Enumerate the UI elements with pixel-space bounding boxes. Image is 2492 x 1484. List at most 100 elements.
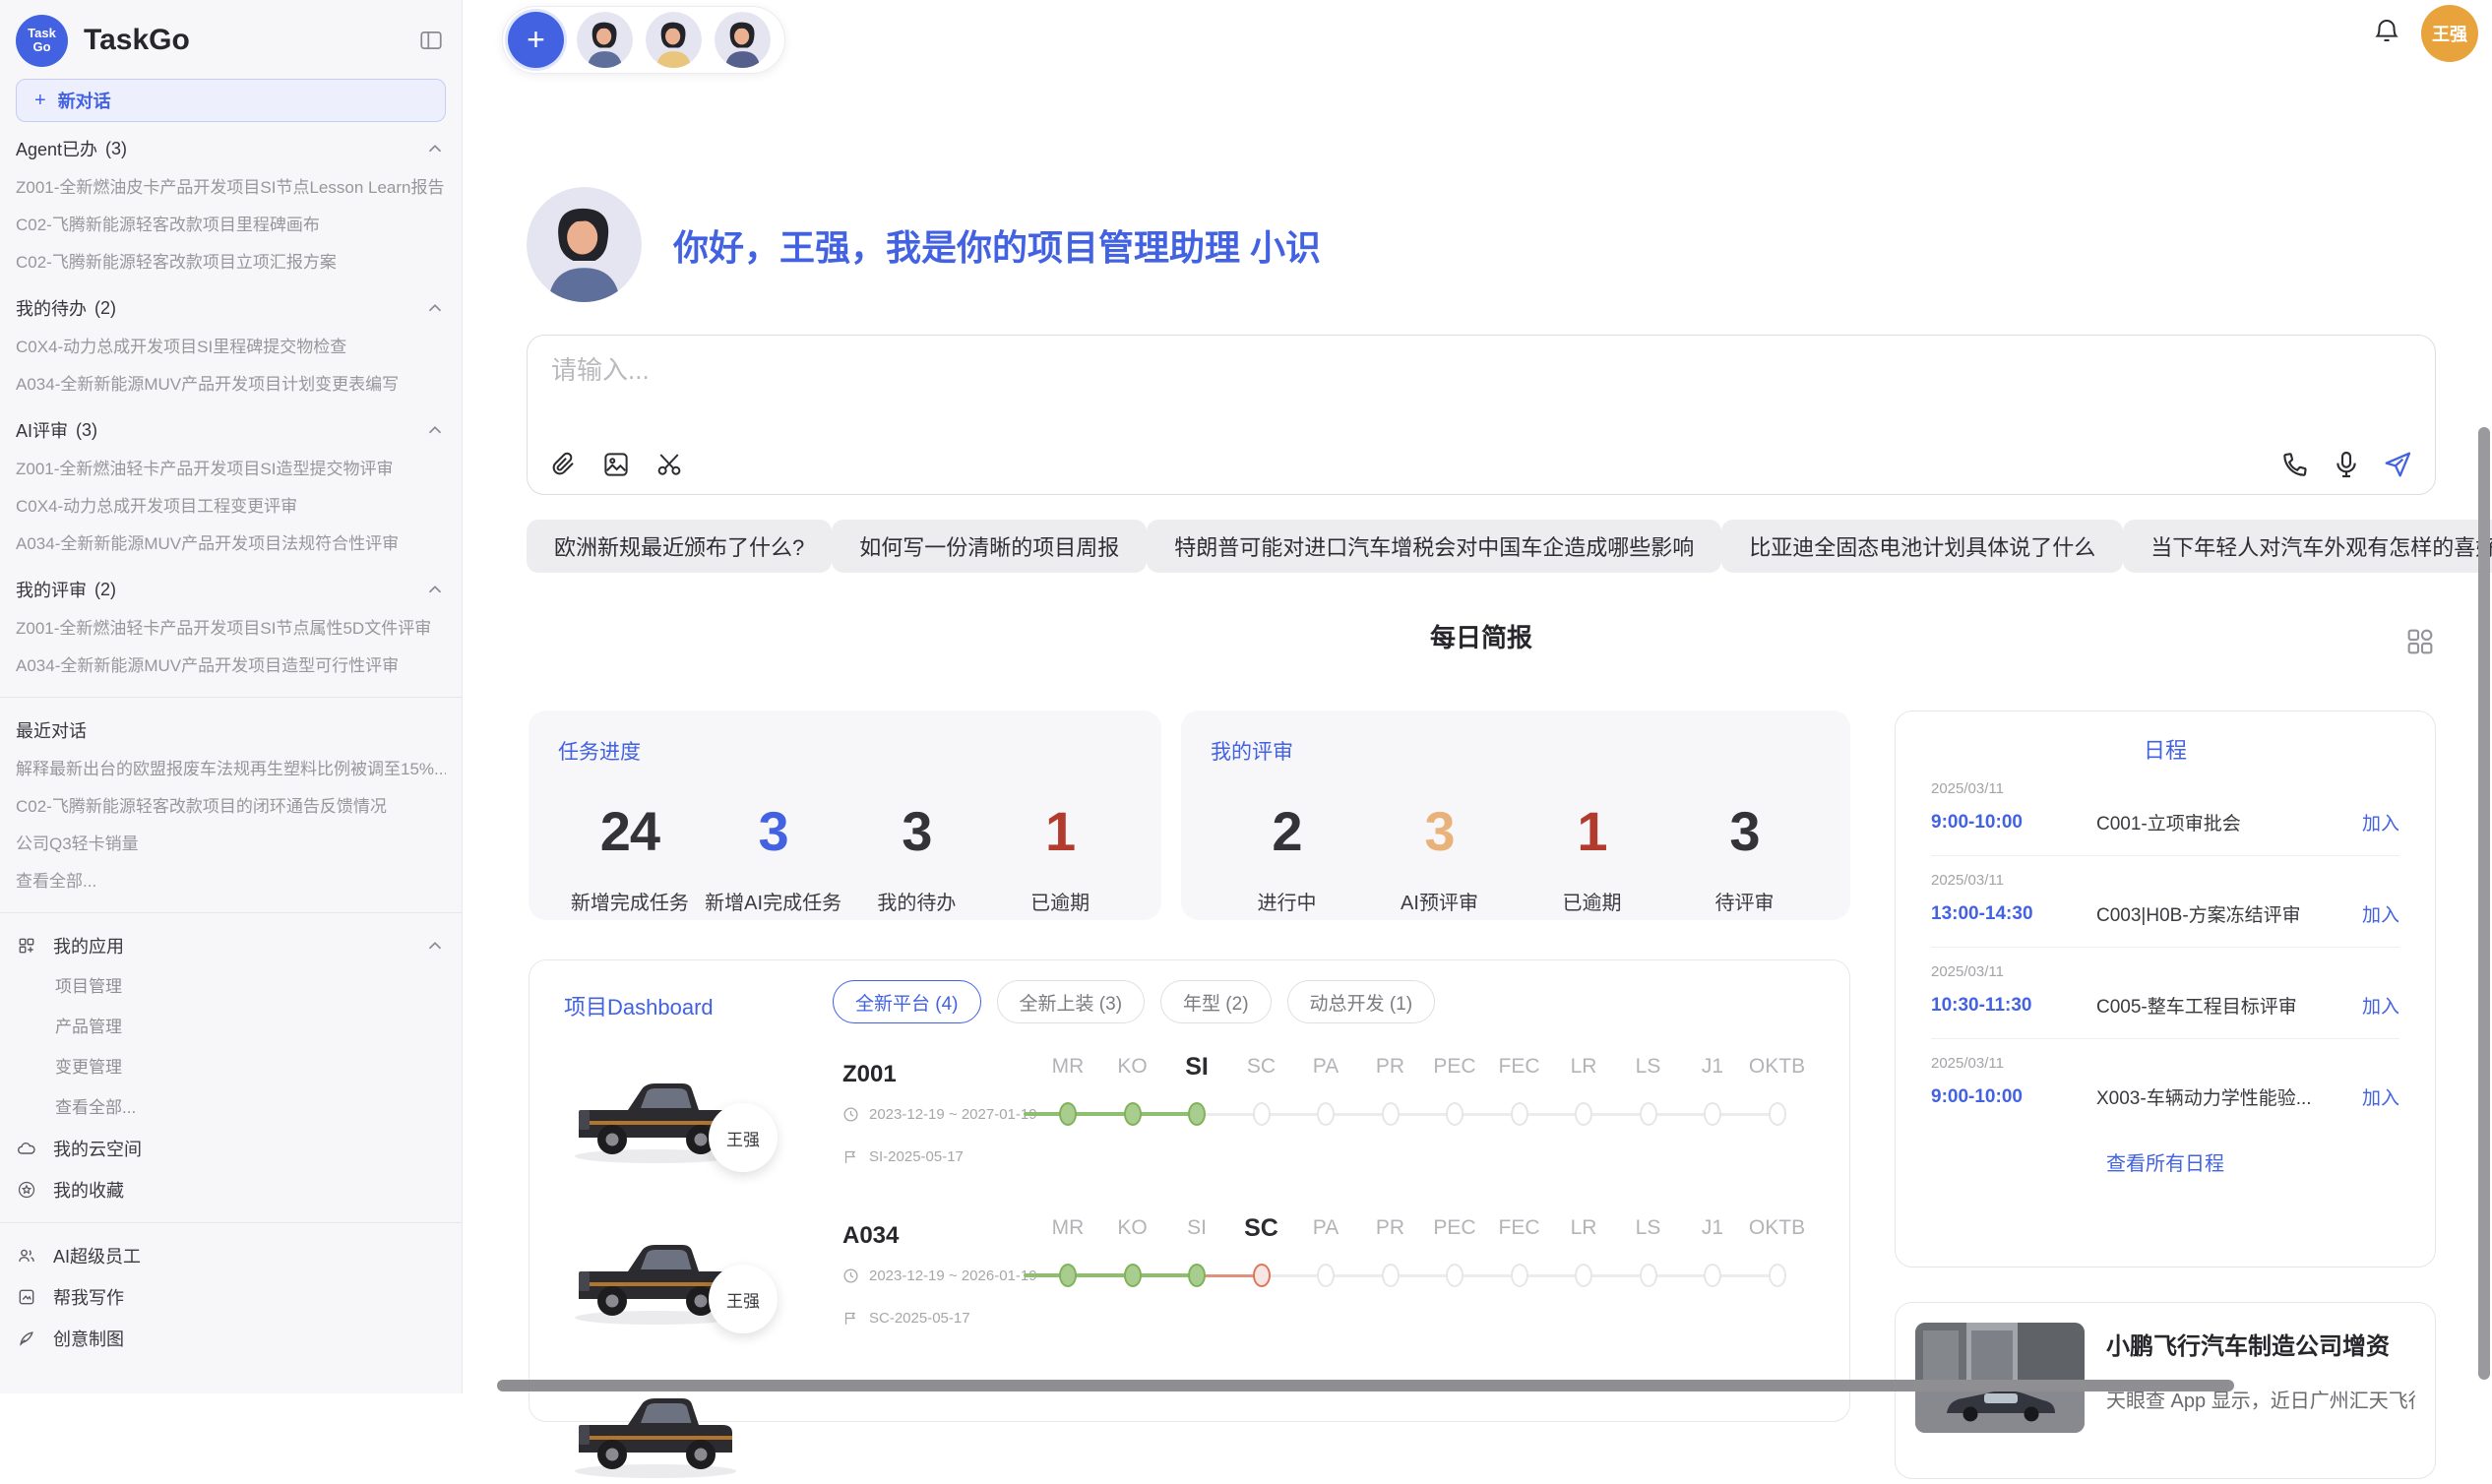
sidebar-group-header[interactable]: 我的待办(2)	[16, 287, 446, 329]
stat-item: 1已逾期	[988, 799, 1132, 915]
my-apps-subitem[interactable]: 变更管理	[16, 1047, 446, 1087]
milestone-node[interactable]	[1188, 1102, 1206, 1126]
event-name: X003-车辆动力学性能验...	[2096, 1083, 2362, 1110]
suggestion-chip[interactable]: 当下年轻人对汽车外观有怎样的喜好趋势	[2123, 520, 2492, 573]
milestone-node[interactable]	[1575, 1102, 1592, 1126]
milestone-node[interactable]	[1188, 1264, 1206, 1287]
milestone-node[interactable]	[1253, 1102, 1271, 1126]
new-chat-button[interactable]: + 新对话	[16, 79, 446, 122]
scissors-icon[interactable]	[654, 449, 685, 480]
sidebar-group-header[interactable]: Agent已办(3)	[16, 128, 446, 169]
suggestion-chip[interactable]: 如何写一份清晰的项目周报	[832, 520, 1147, 573]
milestone-node[interactable]	[1446, 1102, 1464, 1126]
sidebar-item[interactable]: Z001-全新燃油轻卡产品开发项目SI造型提交物评审	[16, 451, 446, 488]
flag-icon	[842, 1148, 859, 1165]
project-flag-date: SI-2025-05-17	[842, 1148, 964, 1165]
sidebar-item-pen[interactable]: 创意制图	[16, 1318, 446, 1359]
milestone-node[interactable]	[1640, 1102, 1657, 1126]
milestone-node[interactable]	[1059, 1102, 1077, 1126]
chevron-up-icon[interactable]	[424, 419, 446, 441]
sidebar-group-header[interactable]: 我的评审(2)	[16, 569, 446, 610]
sidebar-item-cloud[interactable]: 我的云空间	[16, 1128, 446, 1169]
my-apps-subitem[interactable]: 项目管理	[16, 966, 446, 1007]
milestone-node[interactable]	[1511, 1102, 1528, 1126]
dashboard-tab[interactable]: 全新上装 (3)	[997, 980, 1146, 1023]
milestone-node[interactable]	[1124, 1264, 1142, 1287]
image-icon[interactable]	[600, 449, 632, 480]
stat-value: 3	[845, 799, 989, 863]
milestone-node[interactable]	[1769, 1264, 1786, 1287]
send-icon[interactable]	[2382, 449, 2413, 480]
milestone-node[interactable]	[1059, 1264, 1077, 1287]
sidebar-item[interactable]: C0X4-动力总成开发项目工程变更评审	[16, 488, 446, 526]
sidebar-item-write[interactable]: 帮我写作	[16, 1276, 446, 1318]
milestone-node[interactable]	[1382, 1264, 1400, 1287]
dashboard-tab[interactable]: 动总开发 (1)	[1287, 980, 1436, 1023]
milestone-node[interactable]	[1446, 1264, 1464, 1287]
sidebar-item[interactable]: A034-全新新能源MUV产品开发项目计划变更表编写	[16, 366, 446, 403]
recent-view-all-link[interactable]: 查看全部...	[16, 863, 446, 900]
sidebar-item[interactable]: Z001-全新燃油轻卡产品开发项目SI节点属性5D文件评审	[16, 610, 446, 648]
milestone-node[interactable]	[1124, 1102, 1142, 1126]
user-avatar[interactable]: 王强	[2421, 5, 2478, 62]
milestone-node[interactable]	[1769, 1102, 1786, 1126]
sidebar-item-star[interactable]: 我的收藏	[16, 1169, 446, 1210]
milestone-node[interactable]	[1704, 1264, 1721, 1287]
sidebar-item-people[interactable]: AI超级员工	[16, 1235, 446, 1276]
milestone-node[interactable]	[1317, 1264, 1335, 1287]
milestone-node[interactable]	[1253, 1264, 1271, 1287]
recent-chat-item[interactable]: C02-飞腾新能源轻客改款项目的闭环通告反馈情况	[16, 788, 446, 826]
vertical-scrollbar[interactable]	[2478, 427, 2490, 1380]
milestone-node[interactable]	[1511, 1264, 1528, 1287]
avatar-female-2[interactable]	[715, 12, 771, 68]
sidebar-collapse-icon[interactable]	[416, 26, 446, 55]
sidebar-item[interactable]: C02-飞腾新能源轻客改款项目立项汇报方案	[16, 244, 446, 281]
chevron-up-icon[interactable]	[424, 297, 446, 319]
notification-bell-icon[interactable]	[2372, 16, 2401, 45]
join-link[interactable]: 加入	[2362, 809, 2399, 835]
milestone-node[interactable]	[1575, 1264, 1592, 1287]
join-link[interactable]: 加入	[2362, 900, 2399, 927]
chevron-up-icon[interactable]	[424, 935, 446, 957]
view-all-schedule-link[interactable]: 查看所有日程	[1931, 1147, 2399, 1176]
sidebar-item[interactable]: C02-飞腾新能源轻客改款项目里程碑画布	[16, 207, 446, 244]
dashboard-tab[interactable]: 年型 (2)	[1160, 980, 1272, 1023]
my-apps-subitem[interactable]: 产品管理	[16, 1007, 446, 1047]
dashboard-tab[interactable]: 全新平台 (4)	[833, 980, 981, 1023]
stats-grid: 24新增完成任务3新增AI完成任务3我的待办1已逾期	[558, 799, 1132, 915]
message-input[interactable]	[551, 355, 2411, 386]
mic-icon[interactable]	[2331, 449, 2362, 480]
event-name: C003|H0B-方案冻结评审	[2096, 900, 2362, 927]
sidebar-item-my-apps[interactable]: 我的应用	[16, 925, 446, 966]
suggestion-chip[interactable]: 欧洲新规最近颁布了什么?	[527, 520, 832, 573]
recent-chat-item[interactable]: 公司Q3轻卡销量	[16, 826, 446, 863]
avatar-female-1[interactable]	[646, 12, 702, 68]
stats-card: 我的评审2进行中3AI预评审1已逾期3待评审	[1181, 711, 1850, 920]
avatar-male[interactable]	[577, 12, 633, 68]
divider	[0, 912, 462, 913]
chevron-up-icon[interactable]	[424, 579, 446, 600]
project-row: 王强Z0012023-12-19 ~ 2027-01-19SI-2025-05-…	[530, 1047, 1849, 1208]
suggestion-chip[interactable]: 特朗普可能对进口汽车增税会对中国车企造成哪些影响	[1147, 520, 1721, 573]
sidebar-item[interactable]: A034-全新新能源MUV产品开发项目造型可行性评审	[16, 648, 446, 685]
join-link[interactable]: 加入	[2362, 992, 2399, 1019]
horizontal-scrollbar[interactable]	[497, 1380, 2234, 1391]
my-apps-subitem[interactable]: 查看全部...	[16, 1087, 446, 1128]
sidebar-item[interactable]: C0X4-动力总成开发项目SI里程碑提交物检查	[16, 329, 446, 366]
milestone-node[interactable]	[1317, 1102, 1335, 1126]
sidebar-my-apps: 我的应用项目管理产品管理变更管理查看全部...	[16, 925, 446, 1128]
milestone-node[interactable]	[1382, 1102, 1400, 1126]
milestone-node[interactable]	[1704, 1102, 1721, 1126]
layout-grid-icon[interactable]	[2404, 626, 2436, 657]
join-link[interactable]: 加入	[2362, 1083, 2399, 1110]
sidebar-item[interactable]: A034-全新新能源MUV产品开发项目法规符合性评审	[16, 526, 446, 563]
phone-icon[interactable]	[2279, 449, 2311, 480]
recent-chat-item[interactable]: 解释最新出台的欧盟报废车法规再生塑料比例被调至15%...	[16, 751, 446, 788]
add-agent-button[interactable]: +	[508, 12, 564, 68]
milestone-node[interactable]	[1640, 1264, 1657, 1287]
sidebar-group-header[interactable]: AI评审(3)	[16, 409, 446, 451]
chevron-up-icon[interactable]	[424, 138, 446, 159]
suggestion-chip[interactable]: 比亚迪全固态电池计划具体说了什么	[1721, 520, 2123, 573]
sidebar-item[interactable]: Z001-全新燃油皮卡产品开发项目SI节点Lesson Learn报告	[16, 169, 446, 207]
paperclip-icon[interactable]	[547, 449, 579, 480]
